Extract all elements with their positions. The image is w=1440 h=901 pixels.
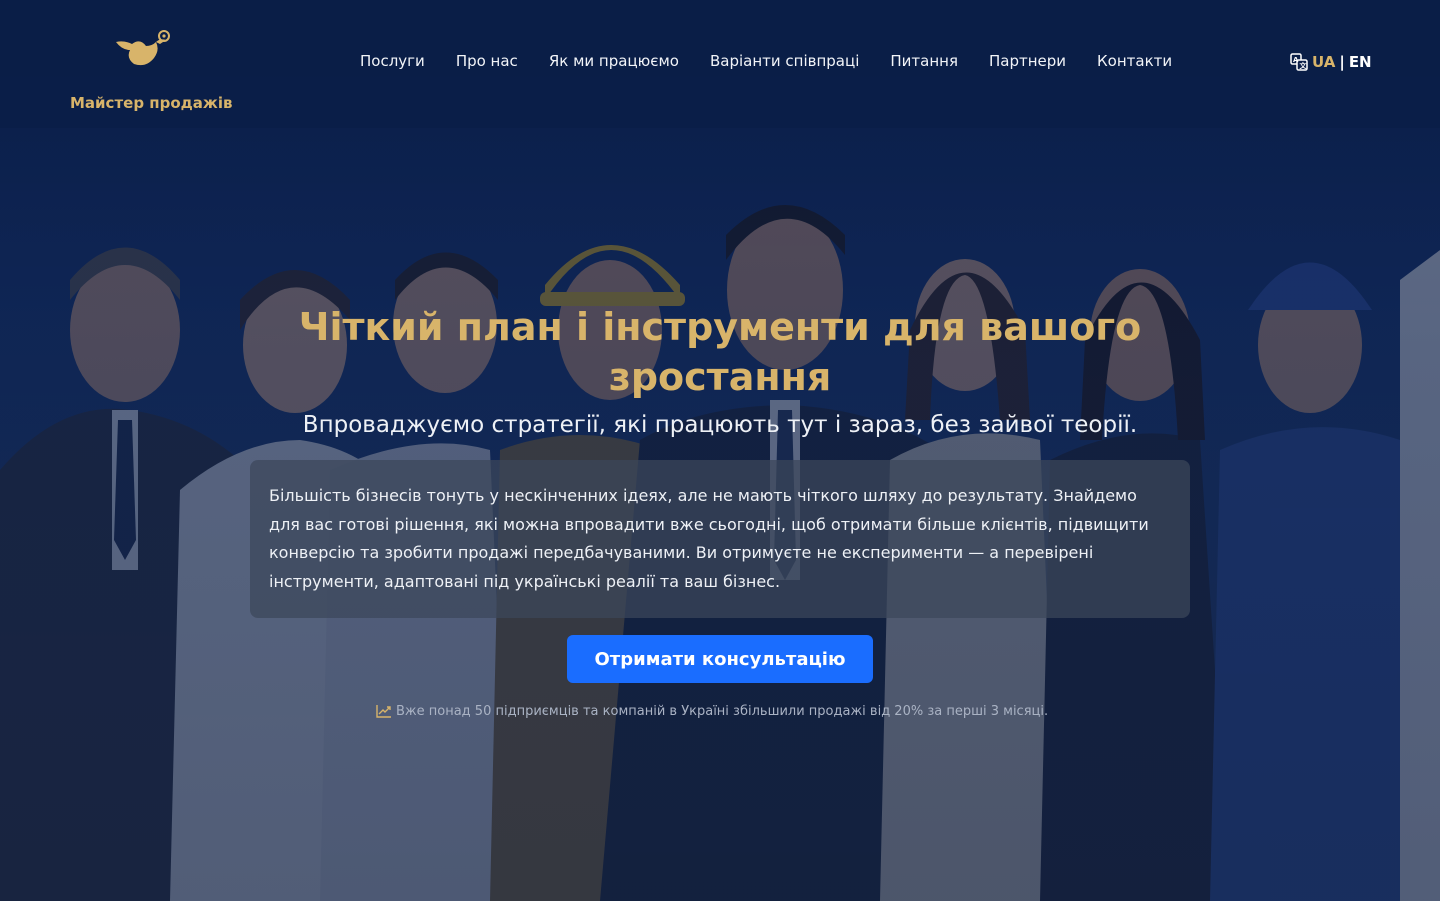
lang-ua-link[interactable]: UA — [1312, 53, 1335, 71]
nav-item-partners[interactable]: Партнери — [989, 52, 1066, 76]
nav-item-how-we-work[interactable]: Як ми працюємо — [549, 52, 679, 76]
hero-description-card: Більшість бізнесів тонуть у нескінченних… — [250, 460, 1190, 618]
hero-description: Більшість бізнесів тонуть у нескінченних… — [269, 486, 1149, 591]
get-consultation-button[interactable]: Отримати консультацію — [567, 635, 873, 683]
nav-item-cooperation[interactable]: Варіанти співпраці — [710, 52, 859, 76]
logo[interactable]: Майстер продажів — [70, 28, 233, 120]
nav-item-services[interactable]: Послуги — [360, 52, 425, 76]
hero-overlay — [0, 0, 1440, 901]
lang-en-link[interactable]: EN — [1349, 53, 1372, 71]
main-nav: Послуги Про нас Як ми працюємо Варіанти … — [360, 52, 1203, 76]
nav-item-contacts[interactable]: Контакти — [1097, 52, 1172, 76]
bird-logo-icon — [116, 30, 170, 66]
nav-item-faq[interactable]: Питання — [890, 52, 958, 76]
language-switcher: A 文 UA | EN — [1290, 53, 1372, 71]
social-proof-note: Вже понад 50 підприємців та компаній в У… — [376, 701, 1076, 721]
hero-background — [0, 0, 1440, 901]
brand-name: Майстер продажів — [70, 94, 233, 112]
nav-item-about[interactable]: Про нас — [456, 52, 518, 76]
svg-text:文: 文 — [1300, 61, 1308, 70]
hero-subtitle: Впроваджуємо стратегії, які працюють тут… — [302, 412, 1138, 438]
social-proof-text: Вже понад 50 підприємців та компаній в У… — [396, 703, 1049, 719]
lang-separator: | — [1339, 53, 1345, 71]
translate-icon: A 文 — [1290, 53, 1308, 71]
svg-text:A: A — [1293, 56, 1299, 64]
hero-title: Чіткий план і інструменти для вашого зро… — [298, 305, 1142, 399]
chart-line-icon — [376, 705, 391, 718]
site-header: Майстер продажів Послуги Про нас Як ми п… — [0, 0, 1440, 128]
